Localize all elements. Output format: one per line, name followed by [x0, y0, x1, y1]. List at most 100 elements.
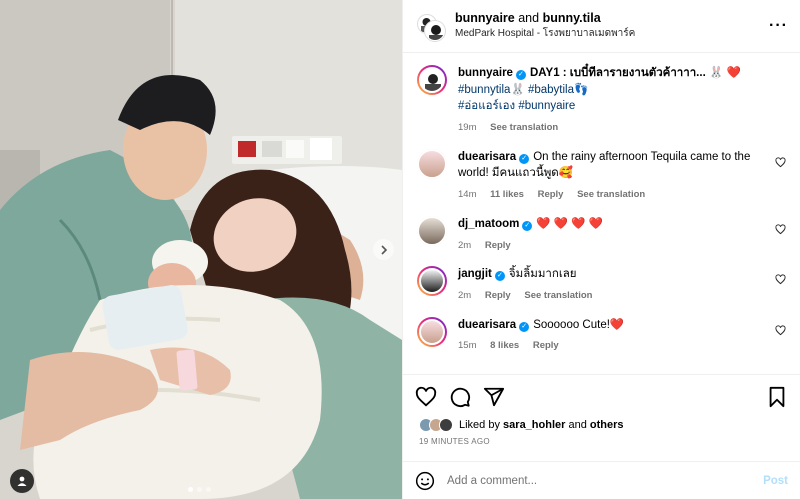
caption-body: bunnyaire ✓ DAY1 : เบบี๋ทีลารายงานตัวค้าาา… — [458, 65, 786, 135]
hashtag-link[interactable]: #babytila — [528, 84, 574, 96]
comment-likes[interactable]: 11 likes — [490, 189, 524, 200]
photo-scene — [0, 0, 402, 499]
verified-badge-icon: ✓ — [522, 220, 533, 231]
add-comment-input[interactable] — [447, 474, 764, 487]
comment-item: duearisara ✓ On the rainy afternoon Tequil… — [417, 148, 786, 202]
hashtag-link[interactable]: #bunnytila — [458, 84, 510, 96]
post-caption: bunnyaire ✓ DAY1 : เบบี๋ทีลารายงานตัวค้าาา… — [417, 65, 786, 135]
caption-time: 19m — [458, 122, 477, 134]
reply-button[interactable]: Reply — [533, 340, 559, 351]
comment-username[interactable]: jangjit — [458, 268, 492, 280]
liked-by-joiner: and — [568, 419, 587, 431]
verified-badge-icon: ✓ — [494, 271, 505, 282]
reply-button[interactable]: Reply — [538, 189, 564, 200]
carousel-dot — [206, 487, 211, 492]
comment-text: ❤️ ❤️ ❤️ ❤️ — [536, 217, 604, 230]
post-comment-button[interactable]: Post — [763, 475, 788, 487]
like-heart-icon[interactable] — [415, 386, 437, 408]
carousel-indicator — [188, 487, 211, 492]
caption-text: DAY1 : เบบี๋ทีลารายงานตัวค้าาาา... — [529, 67, 706, 79]
hashtag-link[interactable]: #อ่อแอร์เอง — [458, 100, 515, 112]
comment-likes[interactable]: 8 likes — [490, 340, 519, 351]
avatar[interactable] — [417, 148, 447, 179]
comment-text: Soooooo Cute! — [533, 318, 610, 331]
avatar[interactable] — [417, 266, 447, 297]
like-comment-heart-icon[interactable] — [775, 157, 786, 168]
comment-text: จิ้มลิ้มมากเลย — [508, 268, 577, 281]
comment-item: jangjit ✓ จิ้มลิ้มมากเลย 2m Reply See tran… — [417, 266, 786, 302]
comment-body: jangjit ✓ จิ้มลิ้มมากเลย 2m Reply See tran… — [458, 266, 786, 302]
comment-time: 2m — [458, 239, 472, 251]
carousel-dot — [188, 487, 193, 492]
post-photo[interactable] — [0, 0, 402, 499]
comment-username[interactable]: duearisara — [458, 151, 516, 163]
verified-badge-icon: ✓ — [515, 70, 526, 80]
comment-body: duearisara ✓ On the rainy afternoon Tequil… — [458, 149, 786, 202]
see-translation-link[interactable]: See translation — [490, 122, 558, 133]
carousel-dot — [197, 487, 202, 492]
avatar — [425, 21, 445, 41]
comment-meta: 2m Reply — [458, 239, 768, 253]
liker-username[interactable]: sara_hohler — [503, 419, 565, 431]
comment-item: duearisara ✓ Soooooo Cute!❤️ 15m 8 likes R… — [417, 316, 786, 353]
liked-by-others-link[interactable]: others — [590, 419, 624, 431]
action-bar — [415, 383, 788, 411]
user-icon — [17, 476, 27, 486]
comment-username[interactable]: dj_matoom — [458, 218, 519, 230]
reply-button[interactable]: Reply — [485, 240, 511, 251]
verified-badge-icon: ✓ — [519, 153, 530, 164]
emoji-smiley-icon[interactable] — [415, 471, 435, 491]
avatar[interactable] — [417, 65, 447, 95]
comment-time: 2m — [458, 290, 472, 301]
post-timestamp[interactable]: 19 MINUTES AGO — [419, 437, 788, 446]
instagram-post-view: bunnyaire and bunny.tila MedPark Hospita… — [0, 0, 800, 499]
like-comment-heart-icon[interactable] — [775, 274, 786, 285]
post-actions: Liked by sara_hohler and others 19 MINUT… — [403, 374, 800, 461]
next-image-button[interactable] — [373, 239, 394, 260]
verified-badge-icon: ✓ — [519, 321, 530, 332]
post-authors: bunnyaire and bunny.tila — [455, 11, 769, 27]
like-comment-heart-icon[interactable] — [775, 224, 786, 235]
share-icon[interactable] — [483, 386, 505, 408]
comment-meta: 15m 8 likes Reply — [458, 339, 768, 353]
header-text: bunnyaire and bunny.tila MedPark Hospita… — [455, 11, 769, 40]
comment-icon[interactable] — [449, 386, 471, 408]
like-comment-heart-icon[interactable] — [775, 325, 786, 336]
emoji: 🥰 — [558, 167, 574, 180]
post-header: bunnyaire and bunny.tila MedPark Hospita… — [403, 0, 800, 53]
post-details-panel: bunnyaire and bunny.tila MedPark Hospita… — [402, 0, 800, 499]
comment-time: 14m — [458, 189, 477, 201]
see-translation-link[interactable]: See translation — [577, 189, 645, 200]
author-username[interactable]: bunnyaire — [455, 11, 515, 25]
tagged-people-button[interactable] — [10, 469, 34, 493]
comment-item: dj_matoom ✓ ❤️ ❤️ ❤️ ❤️ 2m Reply — [417, 215, 786, 252]
add-comment-bar: Post — [403, 461, 800, 499]
liker-avatars — [419, 418, 453, 432]
collab-avatars[interactable] — [417, 12, 445, 41]
avatar — [439, 418, 453, 432]
comment-username[interactable]: duearisara — [458, 319, 516, 331]
emoji: 👣 — [574, 83, 589, 96]
more-options-icon[interactable]: ··· — [769, 17, 788, 35]
emoji: 🐰 — [510, 83, 525, 96]
caption-username[interactable]: bunnyaire — [458, 67, 513, 79]
caption-emojis: 🐰 ❤️ — [708, 67, 741, 79]
comment-meta: 2m Reply See translation — [458, 289, 768, 303]
hashtag-link[interactable]: #bunnyaire — [518, 100, 575, 112]
comment-meta: 14m 11 likes Reply See translation — [458, 188, 768, 202]
coauthor-username[interactable]: bunny.tila — [543, 11, 601, 25]
emoji: ❤️ — [609, 318, 625, 331]
avatar[interactable] — [417, 316, 447, 347]
caption-meta: 19m See translation — [458, 121, 768, 135]
post-location[interactable]: MedPark Hospital - โรงพยาบาลเมดพาร์ค — [455, 28, 769, 41]
chevron-right-icon — [380, 244, 387, 255]
reply-button[interactable]: Reply — [485, 290, 511, 301]
liked-by: Liked by sara_hohler and others — [419, 418, 788, 432]
see-translation-link[interactable]: See translation — [524, 290, 592, 301]
bookmark-icon[interactable] — [766, 386, 788, 408]
authors-joiner: and — [518, 11, 540, 26]
comment-body: dj_matoom ✓ ❤️ ❤️ ❤️ ❤️ 2m Reply — [458, 216, 786, 252]
comments-list: bunnyaire ✓ DAY1 : เบบี๋ทีลารายงานตัวค้าาา… — [403, 53, 800, 374]
comment-body: duearisara ✓ Soooooo Cute!❤️ 15m 8 likes R… — [458, 317, 786, 353]
avatar[interactable] — [417, 215, 447, 246]
